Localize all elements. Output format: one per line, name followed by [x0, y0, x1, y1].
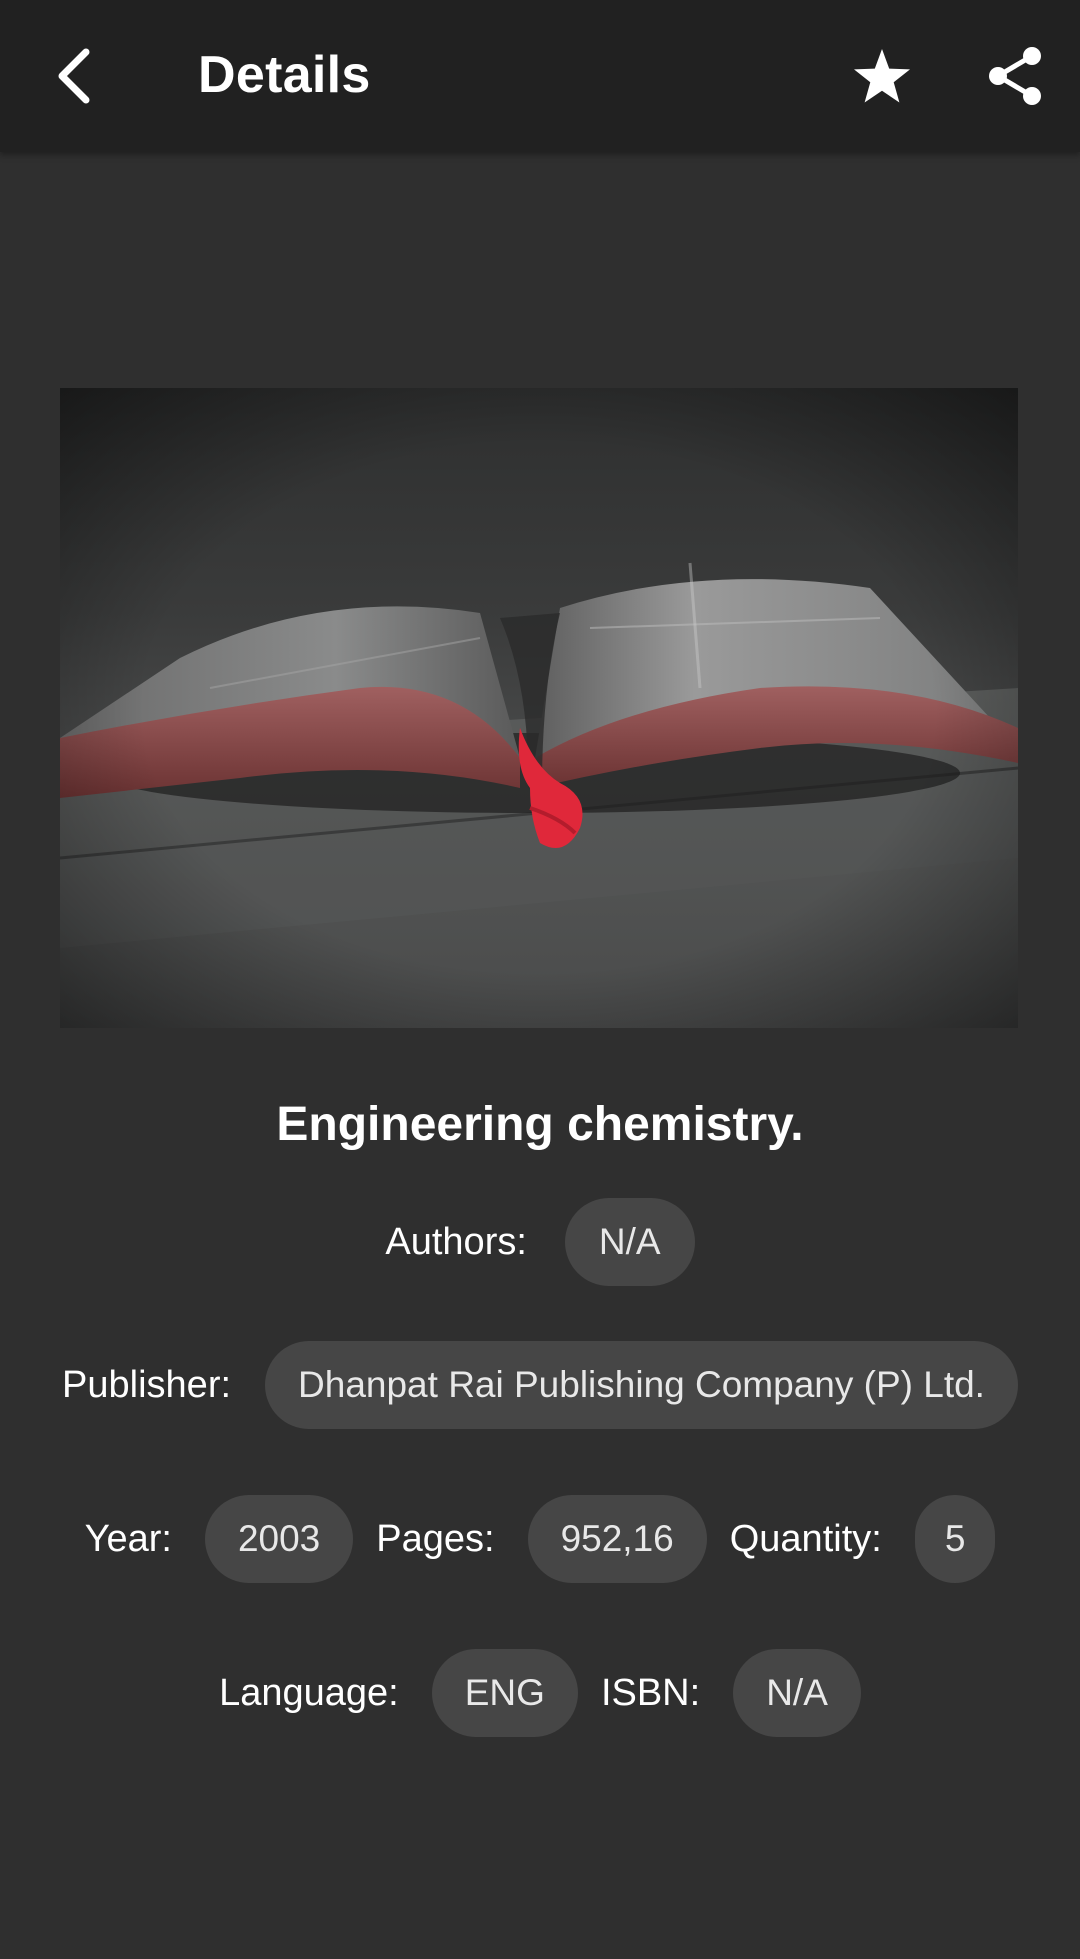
isbn-chip[interactable]: N/A — [733, 1649, 861, 1737]
publisher-chip[interactable]: Dhanpat Rai Publishing Company (P) Ltd. — [265, 1341, 1018, 1429]
stats-row: Year: 2003 Pages: 952,16 Quantity: 5 — [0, 1495, 1080, 1583]
authors-chip[interactable]: N/A — [564, 1198, 695, 1286]
publisher-row: Publisher: Dhanpat Rai Publishing Compan… — [0, 1341, 1080, 1429]
pages-label: Pages: — [376, 1517, 495, 1560]
book-cover-image — [60, 388, 1018, 1028]
pages-chip[interactable]: 952,16 — [527, 1495, 707, 1583]
details-screen: Details Engineering chemistry. Authors: … — [0, 0, 1080, 1959]
share-button[interactable] — [975, 36, 1055, 116]
publisher-label: Publisher: — [62, 1363, 232, 1406]
quantity-chip[interactable]: 5 — [914, 1495, 996, 1583]
star-icon — [854, 49, 910, 103]
isbn-label: ISBN: — [600, 1671, 701, 1714]
chevron-left-icon — [58, 48, 90, 104]
share-icon — [989, 47, 1041, 105]
language-row: Language: ENG ISBN: N/A — [0, 1649, 1080, 1737]
year-label: Year: — [84, 1517, 172, 1560]
year-chip[interactable]: 2003 — [204, 1495, 354, 1583]
book-title: Engineering chemistry. — [276, 1098, 804, 1151]
quantity-label: Quantity: — [729, 1517, 882, 1560]
back-button[interactable] — [36, 36, 116, 116]
authors-label: Authors: — [385, 1220, 527, 1263]
language-label: Language: — [219, 1671, 399, 1714]
page-title: Details — [198, 46, 371, 104]
authors-row: Authors: N/A — [0, 1198, 1080, 1286]
language-chip[interactable]: ENG — [431, 1649, 578, 1737]
favorite-button[interactable] — [842, 36, 922, 116]
top-app-bar: Details — [0, 0, 1080, 152]
